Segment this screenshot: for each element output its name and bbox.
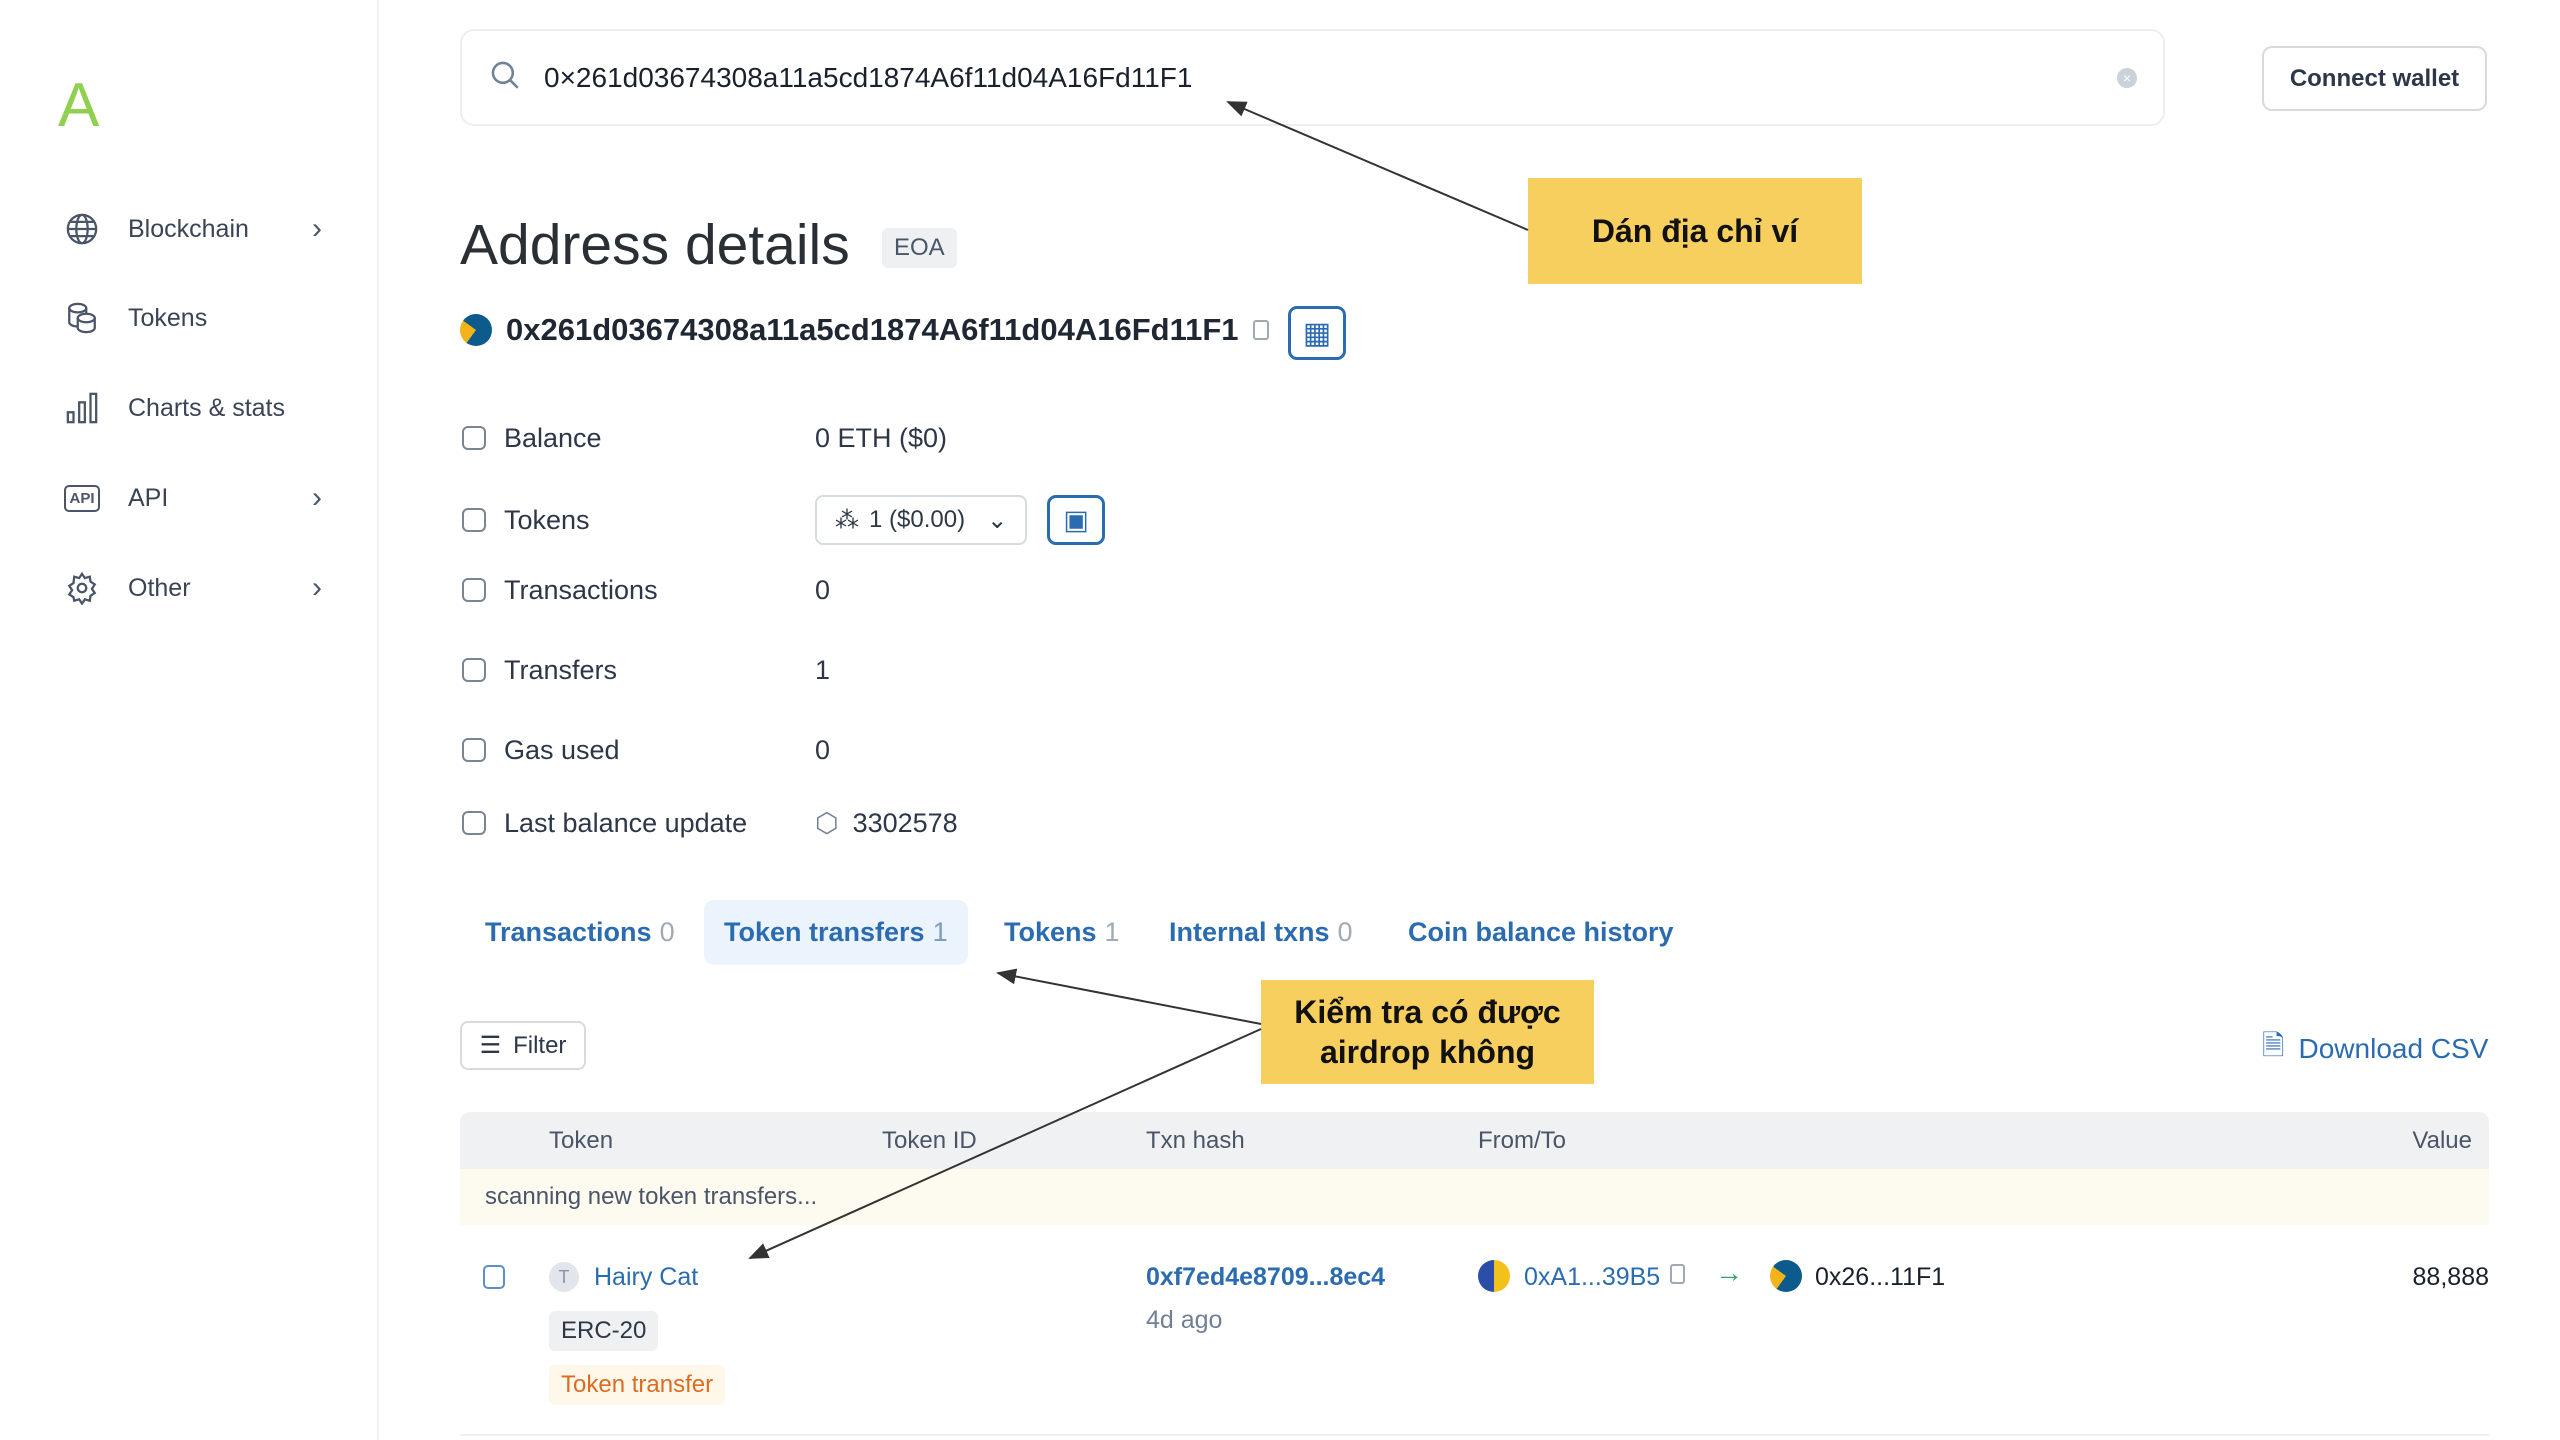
arrow-to-tab — [996, 968, 1262, 1025]
arrow-to-search — [1226, 101, 1529, 231]
arrow-to-token — [748, 1028, 1262, 1259]
annotation-arrows — [748, 101, 1529, 1259]
